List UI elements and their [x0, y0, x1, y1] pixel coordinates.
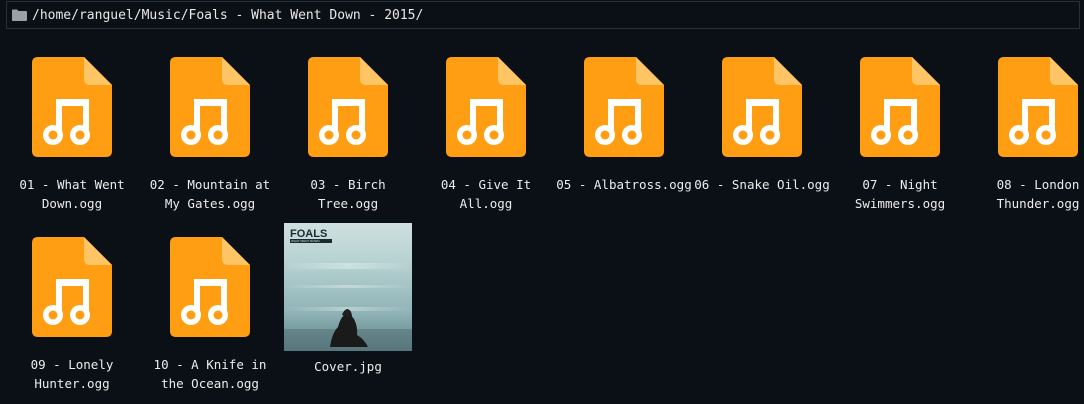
file-name: 09 - Lonely Hunter.ogg: [30, 357, 114, 391]
path-bar[interactable]: /home/ranguel/Music/Foals - What Went Do…: [6, 1, 1080, 29]
music-file-icon: [860, 57, 940, 157]
file-name: 08 - London Thunder.ogg: [996, 177, 1080, 211]
file-name: 06 - Snake Oil.ogg: [694, 177, 830, 192]
file-name: 05 - Albatross.ogg: [556, 177, 692, 192]
file-item[interactable]: 03 - Birch Tree.ogg: [279, 57, 417, 213]
cover-thumbnail: FOALSWHAT WENT DOWN: [284, 223, 412, 351]
file-item[interactable]: 07 - Night Swimmers.ogg: [831, 57, 969, 213]
file-name: 07 - Night Swimmers.ogg: [854, 177, 946, 211]
music-file-icon: [170, 57, 250, 157]
music-file-icon: [584, 57, 664, 157]
cover-file-item[interactable]: FOALS WHAT WENT DOWN Cover.jpg: [279, 223, 417, 376]
cover-album-text: WHAT WENT DOWN: [291, 239, 320, 243]
music-file-icon: [308, 57, 388, 157]
file-item[interactable]: 08 - London Thunder.ogg: [969, 57, 1084, 213]
file-item[interactable]: 09 - Lonely Hunter.ogg: [3, 237, 141, 393]
file-item[interactable]: 10 - A Knife in the Ocean.ogg: [141, 237, 279, 393]
folder-icon: [12, 9, 27, 21]
music-file-icon: [446, 57, 526, 157]
file-item[interactable]: 02 - Mountain at My Gates.ogg: [141, 57, 279, 213]
file-name: 04 - Give It All.ogg: [440, 177, 532, 211]
music-file-icon: [32, 237, 112, 337]
file-name: 10 - A Knife in the Ocean.ogg: [153, 357, 267, 391]
music-file-icon: [170, 237, 250, 337]
file-item[interactable]: 01 - What Went Down.ogg: [3, 57, 141, 213]
file-item[interactable]: 05 - Albatross.ogg: [555, 57, 693, 194]
music-file-icon: [32, 57, 112, 157]
file-item[interactable]: 06 - Snake Oil.ogg: [693, 57, 831, 194]
file-name: 01 - What Went Down.ogg: [19, 177, 125, 211]
cover-band-text: FOALS: [290, 228, 327, 240]
file-item[interactable]: 04 - Give It All.ogg: [417, 57, 555, 213]
file-name: 03 - Birch Tree.ogg: [310, 177, 386, 211]
path-text: /home/ranguel/Music/Foals - What Went Do…: [32, 7, 424, 23]
file-name: Cover.jpg: [314, 359, 382, 374]
music-file-icon: [722, 57, 802, 157]
file-name: 02 - Mountain at My Gates.ogg: [149, 177, 271, 211]
music-file-icon: [998, 57, 1078, 157]
